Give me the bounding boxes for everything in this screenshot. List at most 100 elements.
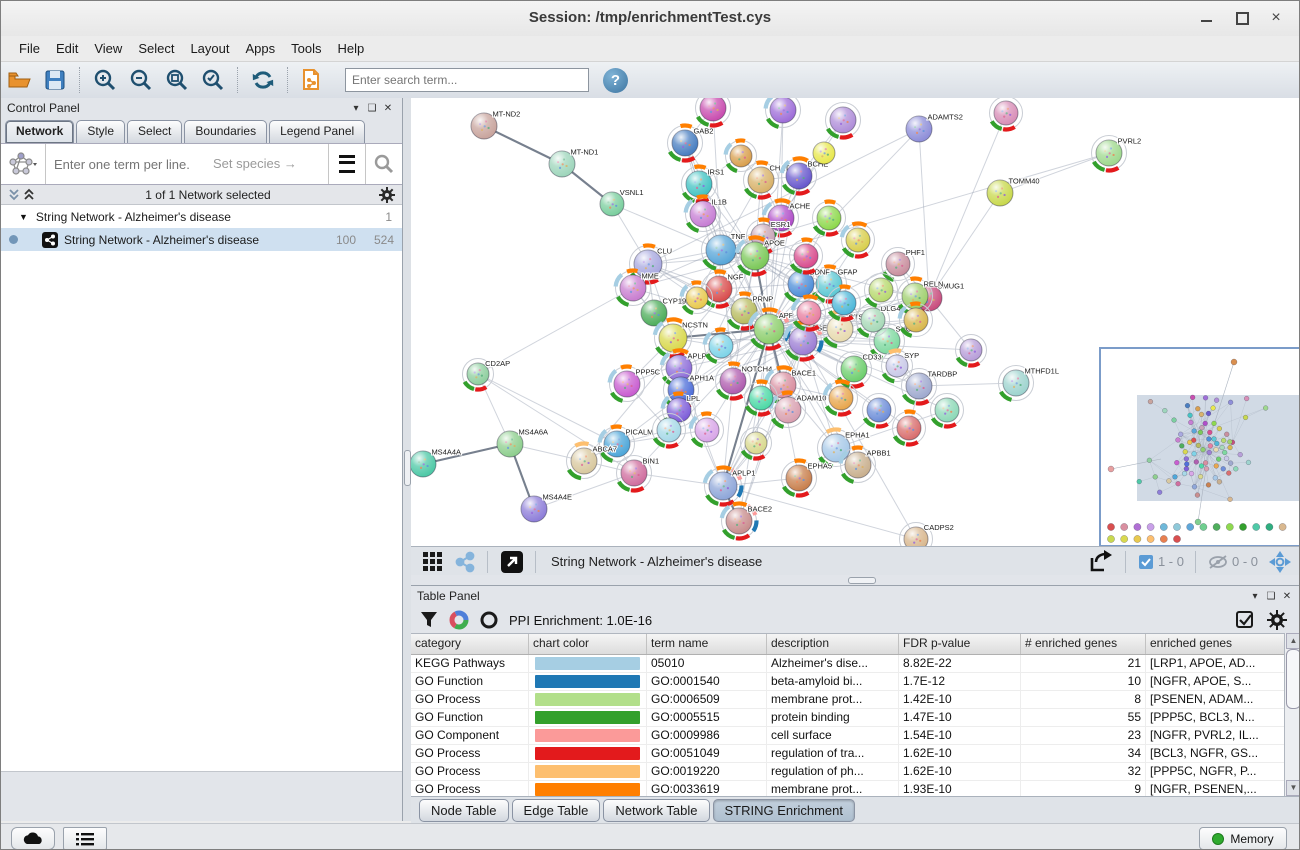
table-row[interactable]: GO ProcessGO:0051049regulation of tra...… <box>411 745 1285 763</box>
tab-network[interactable]: Network <box>5 120 74 143</box>
network-node-73[interactable] <box>793 296 826 329</box>
menu-apps[interactable]: Apps <box>238 38 284 59</box>
string-logo-icon[interactable] <box>1 144 46 184</box>
tab-legend-panel[interactable]: Legend Panel <box>269 120 365 143</box>
minimize-button[interactable] <box>1193 8 1219 28</box>
grid-view-icon[interactable] <box>417 550 449 574</box>
selected-elements-indicator[interactable]: 1 - 0 <box>1133 550 1189 574</box>
network-node-55[interactable] <box>696 98 731 126</box>
task-list-icon[interactable] <box>63 827 107 850</box>
table-row[interactable]: GO FunctionGO:0005515protein binding1.47… <box>411 709 1285 727</box>
network-node-56[interactable] <box>766 98 801 128</box>
collection-expander-icon[interactable]: ▼ <box>19 212 28 222</box>
network-node-ppp5c[interactable]: PPP5C <box>610 367 661 402</box>
column-header-fdr-p-value[interactable]: FDR p-value <box>899 634 1021 654</box>
close-button[interactable]: × <box>1263 8 1289 28</box>
tab-style[interactable]: Style <box>76 120 125 143</box>
menu-layout[interactable]: Layout <box>182 38 237 59</box>
network-node-pvrl2[interactable]: PVRL2 <box>1092 136 1142 171</box>
network-node-epha5[interactable]: EPHA5 <box>782 461 833 496</box>
select-terms-checkbox-icon[interactable] <box>1235 610 1255 630</box>
export-network-icon[interactable] <box>1083 550 1119 574</box>
enrichment-table[interactable]: categorychart colorterm namedescriptionF… <box>411 633 1285 796</box>
network-node-cadps2[interactable]: CADPS2 <box>900 523 954 547</box>
network-node-mt-nd2[interactable]: MT-ND2 <box>471 109 520 139</box>
network-node-58[interactable] <box>990 98 1023 130</box>
table-row[interactable]: KEGG Pathways05010Alzheimer's dise...8.8… <box>411 655 1285 673</box>
table-tab-network-table[interactable]: Network Table <box>603 799 709 822</box>
scrollbar-thumb[interactable] <box>1286 649 1300 709</box>
table-tab-edge-table[interactable]: Edge Table <box>512 799 601 822</box>
help-icon[interactable]: ? <box>603 68 628 93</box>
ring-chart-icon[interactable] <box>479 610 499 630</box>
table-panel-float-icon[interactable]: ❑ <box>1263 591 1279 602</box>
splitter-grip[interactable] <box>404 450 411 486</box>
network-row[interactable]: String Network - Alzheimer's disease 100… <box>1 228 402 251</box>
scroll-up-icon[interactable]: ▲ <box>1286 633 1300 649</box>
tab-select[interactable]: Select <box>127 120 182 143</box>
network-node-67[interactable] <box>863 394 896 427</box>
filter-icon[interactable] <box>419 610 439 630</box>
table-panel-close-icon[interactable]: ✕ <box>1279 591 1295 602</box>
network-node-65[interactable] <box>653 414 686 447</box>
network-node-72[interactable] <box>828 287 861 320</box>
menu-tools[interactable]: Tools <box>283 38 329 59</box>
table-tab-node-table[interactable]: Node Table <box>419 799 509 822</box>
network-node-adamts2[interactable]: ADAMTS2 <box>906 112 963 142</box>
network-node-64[interactable] <box>691 414 724 447</box>
network-node-66[interactable] <box>825 381 858 414</box>
open-folder-icon[interactable] <box>2 65 36 95</box>
collapse-all-icon[interactable] <box>7 188 22 202</box>
network-node-75[interactable] <box>682 282 713 313</box>
network-node-57[interactable] <box>826 103 861 138</box>
table-tab-string-enrichment[interactable]: STRING Enrichment <box>713 799 855 822</box>
table-panel-splitter[interactable] <box>411 575 1300 585</box>
table-scrollbar[interactable]: ▲ ▼ <box>1284 633 1300 796</box>
search-input[interactable] <box>345 68 589 92</box>
share-document-icon[interactable] <box>296 65 330 95</box>
network-node-70[interactable] <box>865 274 898 307</box>
network-node-60[interactable] <box>813 202 846 235</box>
panel-float-icon[interactable]: ❑ <box>364 103 380 114</box>
network-node-ms4a4e[interactable]: MS4A4E <box>521 492 572 522</box>
column-header-description[interactable]: description <box>767 634 899 654</box>
network-node-mthfd1l[interactable]: MTHFD1L <box>999 366 1060 401</box>
panel-menu-icon[interactable]: ▾ <box>348 103 364 114</box>
expand-all-icon[interactable] <box>22 188 37 202</box>
network-node-il1b[interactable]: IL1B <box>686 197 727 232</box>
menu-help[interactable]: Help <box>330 38 373 59</box>
network-node-vsnl1[interactable]: VSNL1 <box>600 188 644 216</box>
table-row[interactable]: GO ProcessGO:0019220regulation of ph...1… <box>411 763 1285 781</box>
enrichment-settings-gear-icon[interactable] <box>1267 610 1287 630</box>
network-canvas[interactable]: MT-ND2MT-ND1VSNL1GAB2IRS1CHATBCHEIL1BTNF… <box>411 98 1300 546</box>
zoom-in-icon[interactable] <box>88 65 122 95</box>
network-node-62[interactable] <box>790 240 823 273</box>
zoom-out-icon[interactable] <box>124 65 158 95</box>
refresh-icon[interactable] <box>246 65 280 95</box>
tab-boundaries[interactable]: Boundaries <box>184 120 267 143</box>
menu-file[interactable]: File <box>11 38 48 59</box>
network-node-77[interactable] <box>741 428 772 459</box>
memory-button[interactable]: Memory <box>1199 827 1287 850</box>
network-node-76[interactable] <box>956 335 987 366</box>
column-header-enriched-genes[interactable]: enriched genes <box>1146 634 1285 654</box>
network-node-gab2[interactable]: GAB2 <box>668 126 714 161</box>
menu-view[interactable]: View <box>86 38 130 59</box>
maximize-button[interactable] <box>1229 8 1255 28</box>
fit-content-icon[interactable] <box>1263 550 1297 574</box>
network-options-gear-icon[interactable] <box>379 187 396 203</box>
table-panel-menu-icon[interactable]: ▾ <box>1247 591 1263 602</box>
table-row[interactable]: GO ComponentGO:0009986cell surface1.54E-… <box>411 727 1285 745</box>
column-header-chart-color[interactable]: chart color <box>529 634 647 654</box>
menu-select[interactable]: Select <box>130 38 182 59</box>
chart-donut-icon[interactable] <box>449 610 469 630</box>
network-node-59[interactable] <box>726 140 757 171</box>
table-splitter-grip[interactable] <box>848 577 876 584</box>
column-header-category[interactable]: category <box>411 634 529 654</box>
string-search-icon[interactable] <box>365 144 402 184</box>
network-node-bace2[interactable]: BACE2 <box>722 504 773 539</box>
network-node-apoe[interactable]: APOE <box>737 237 785 274</box>
table-row[interactable]: GO FunctionGO:0001540beta-amyloid bi...1… <box>411 673 1285 691</box>
hidden-elements-indicator[interactable]: 0 - 0 <box>1203 550 1263 574</box>
string-query-input[interactable] <box>46 157 328 172</box>
